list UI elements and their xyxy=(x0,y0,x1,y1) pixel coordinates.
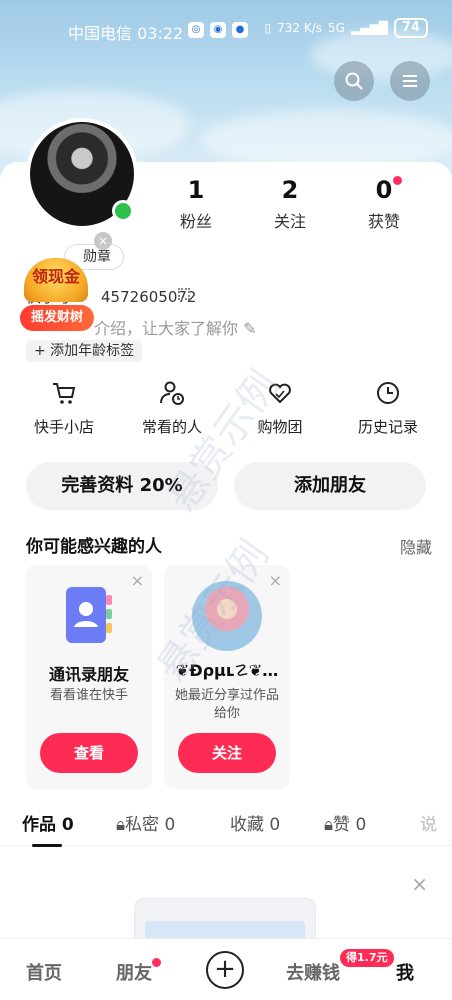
view-button[interactable]: 查看 xyxy=(40,733,138,773)
tool-group-buy[interactable]: 购物团 xyxy=(230,380,330,437)
nav-home[interactable]: 首页 xyxy=(26,959,62,985)
promo-tree-button[interactable]: 摇发财树 xyxy=(20,305,94,331)
likes-label: 获赞 xyxy=(367,212,400,231)
nav-friends[interactable]: 朋友 xyxy=(116,959,152,985)
age-tag-label: + 添加年龄标签 xyxy=(34,343,135,359)
create-post-button[interactable]: + xyxy=(206,951,244,989)
nav-earn[interactable]: 去赚钱 xyxy=(286,959,340,985)
signal-type: 5G xyxy=(328,21,345,35)
tool-history[interactable]: 历史记录 xyxy=(338,380,438,437)
person-clock-icon xyxy=(160,381,184,405)
add-friends-button[interactable]: 添加朋友 xyxy=(234,462,426,510)
net-speed: 732 K/s xyxy=(277,21,323,35)
active-tab-indicator xyxy=(32,844,62,847)
search-icon xyxy=(345,72,363,90)
status-bar: 中国电信 03:22 ◎ ◉ ● ▯ 732 K/s 5G ▂▄▆█ 74 xyxy=(0,12,452,48)
notification-app-icon: ◎ xyxy=(188,22,204,38)
close-icon[interactable]: × xyxy=(94,232,112,250)
promo-gold-label: 领现金 xyxy=(31,267,80,286)
recommend-card-name: 通讯录朋友 xyxy=(48,665,129,684)
contacts-book-icon xyxy=(66,587,112,643)
complete-profile-label: 完善资料 20% xyxy=(61,475,183,496)
menu-button[interactable] xyxy=(390,61,430,101)
vibrate-icon: ▯ xyxy=(264,21,272,35)
tab-likes[interactable]: 🔒︎赞 0 xyxy=(324,810,366,835)
earn-reward-badge: 得1.7元 xyxy=(340,949,394,967)
close-icon[interactable]: × xyxy=(131,571,144,590)
tool-group-buy-label: 购物团 xyxy=(257,418,303,436)
tab-label: 赞 xyxy=(333,815,351,835)
recommend-card-subtitle: 她最近分享过作品给你 xyxy=(174,688,279,721)
tool-shop[interactable]: 快手小店 xyxy=(14,380,114,437)
qr-code-icon[interactable] xyxy=(178,288,190,300)
following-stat[interactable]: 2 关注 xyxy=(260,176,320,232)
tab-works[interactable]: 作品 0 xyxy=(22,810,74,835)
message-icon: ● xyxy=(232,22,248,38)
tool-history-label: 历史记录 xyxy=(357,418,418,436)
battery-indicator: 74 xyxy=(393,18,428,38)
nav-me[interactable]: 我 xyxy=(396,959,414,985)
close-icon[interactable]: × xyxy=(411,872,428,896)
clock-icon xyxy=(377,382,399,404)
following-label: 关注 xyxy=(273,212,306,231)
heart-group-icon xyxy=(269,383,291,404)
online-status-dot xyxy=(112,200,134,222)
cart-icon xyxy=(53,383,76,404)
medal-label: 勋章 xyxy=(83,249,111,265)
tab-count: 0 xyxy=(355,815,367,835)
tab-count: 0 xyxy=(164,815,176,835)
tool-shop-label: 快手小店 xyxy=(33,418,94,436)
add-friends-label: 添加朋友 xyxy=(294,475,366,496)
tool-shortcuts: 快手小店 常看的人 购物团 历史记录 xyxy=(0,380,452,436)
add-age-tag-button[interactable]: + 添加年龄标签 xyxy=(26,340,143,362)
content-tabs: 作品 0 🔒︎私密 0 收藏 0 🔒︎赞 0 说 xyxy=(0,806,452,847)
recommend-title: 你可能感兴趣的人 xyxy=(26,537,162,557)
recommend-card-name: ❦Ɖρμʟ☡❦… xyxy=(175,661,279,680)
intro-text: 介绍，让大家了解你 xyxy=(94,319,239,338)
lock-icon: 🔒︎ xyxy=(116,815,126,835)
recommend-hide-button[interactable]: 隐藏 xyxy=(400,534,432,558)
likes-count: 0 xyxy=(375,176,393,204)
complete-profile-button[interactable]: 完善资料 20% xyxy=(26,462,218,510)
bottom-nav: 首页 朋友 + 去赚钱 得1.7元 我 xyxy=(0,938,452,1000)
close-icon[interactable]: × xyxy=(269,571,282,590)
status-carrier-time: 中国电信 03:22 xyxy=(68,24,184,43)
notification-app-icon: ◉ xyxy=(210,22,226,38)
user-avatar xyxy=(192,581,262,651)
tab-count: 0 xyxy=(269,815,281,835)
search-button[interactable] xyxy=(334,61,374,101)
tab-label: 收藏 xyxy=(230,815,264,835)
edit-pencil-icon: ✎ xyxy=(243,319,257,338)
promo-tree-label: 摇发财树 xyxy=(30,310,83,325)
follow-button[interactable]: 关注 xyxy=(178,733,276,773)
tab-private[interactable]: 🔒︎私密 0 xyxy=(116,810,175,835)
plus-icon: + xyxy=(214,954,236,984)
fans-label: 粉丝 xyxy=(179,212,212,231)
tab-favorites[interactable]: 收藏 0 xyxy=(230,810,280,835)
tool-frequent[interactable]: 常看的人 xyxy=(122,380,222,437)
tab-label: 说 xyxy=(420,815,437,835)
hamburger-menu-icon xyxy=(403,75,417,87)
status-right: ▯ 732 K/s 5G ▂▄▆█ 74 xyxy=(265,18,428,38)
tab-count: 0 xyxy=(61,815,74,835)
signal-icon: ▂▄▆█ xyxy=(350,21,388,35)
recommend-card-user[interactable]: × ❦Ɖρμʟ☡❦… 她最近分享过作品给你 关注 xyxy=(164,565,290,789)
friends-notification-dot xyxy=(152,958,161,967)
tab-label: 作品 xyxy=(22,815,56,835)
likes-notification-dot xyxy=(393,176,402,185)
lock-icon: 🔒︎ xyxy=(324,815,334,835)
tab-label: 私密 xyxy=(125,815,160,835)
tab-talk[interactable]: 说 xyxy=(420,810,437,835)
recommend-card-contacts[interactable]: × 通讯录朋友 看看谁在快手 查看 xyxy=(26,565,152,789)
tool-frequent-label: 常看的人 xyxy=(141,418,202,436)
following-count: 2 xyxy=(281,176,299,204)
likes-stat[interactable]: 0 获赞 xyxy=(354,176,414,232)
fans-count: 1 xyxy=(187,176,205,204)
profile-screen: 中国电信 03:22 ◎ ◉ ● ▯ 732 K/s 5G ▂▄▆█ 74 1 … xyxy=(0,0,452,1000)
fans-stat[interactable]: 1 粉丝 xyxy=(166,176,226,232)
recommend-card-subtitle: 看看谁在快手 xyxy=(49,688,128,703)
